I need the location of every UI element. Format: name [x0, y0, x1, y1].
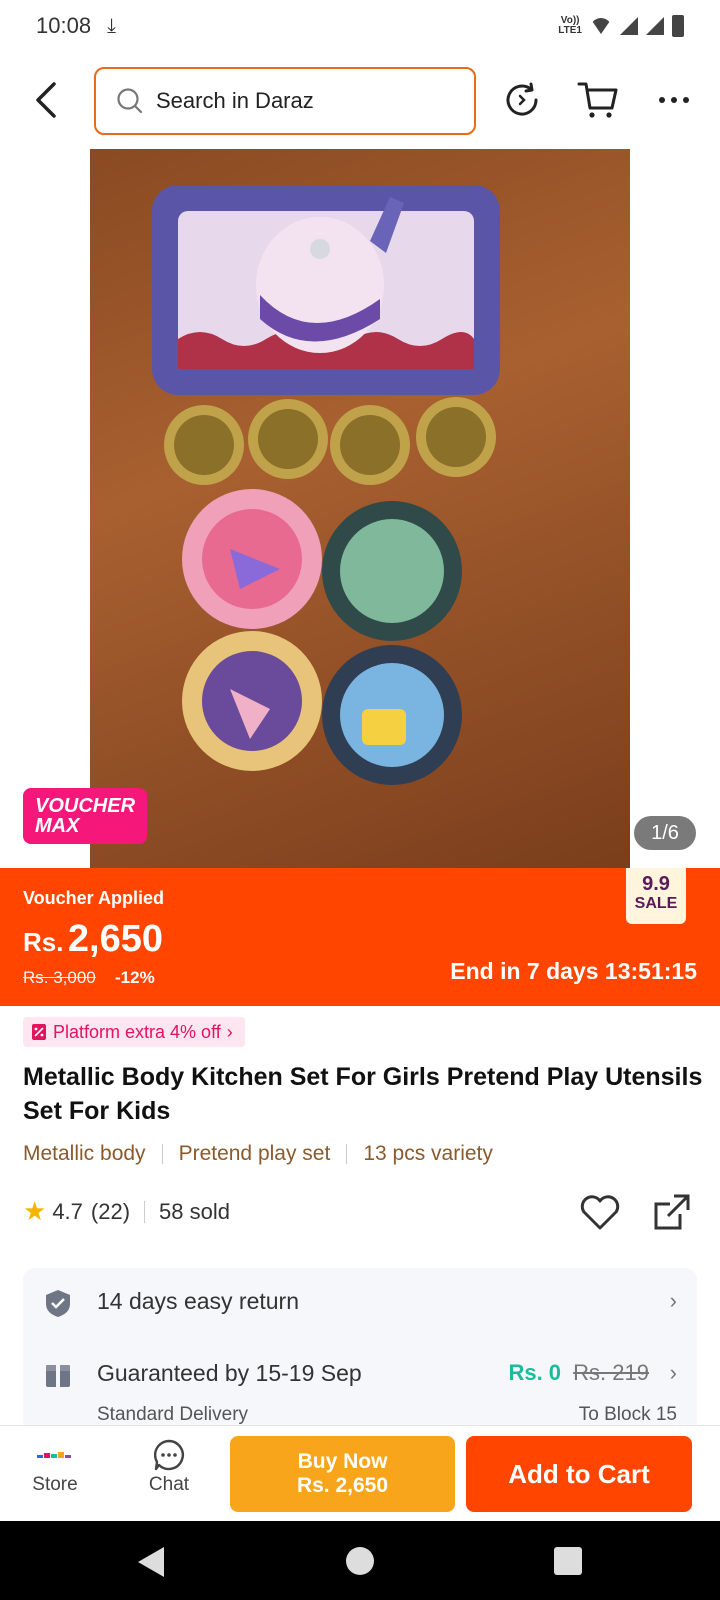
- add-to-cart-button[interactable]: Add to Cart: [466, 1436, 692, 1512]
- search-placeholder: Search in Daraz: [156, 88, 314, 113]
- download-icon: ⤓: [107, 14, 116, 37]
- voucher-max-badge: VOUCHER MAX: [23, 788, 147, 844]
- return-policy-row[interactable]: 14 days easy return ›: [23, 1268, 697, 1338]
- heart-icon[interactable]: [578, 1190, 622, 1234]
- status-icons: Vo)) LTE1: [558, 15, 684, 37]
- discount-percent: -12%: [115, 968, 155, 987]
- chevron-right-icon: ›: [669, 1288, 677, 1313]
- shipping-fee: Rs. 0 Rs. 219: [508, 1360, 649, 1386]
- store-label: Store: [32, 1474, 78, 1495]
- rating-value: 4.7: [52, 1198, 83, 1224]
- search-icon: [117, 88, 143, 114]
- shield-check-icon: [46, 1290, 70, 1317]
- original-price: Rs. 3,000: [23, 968, 96, 987]
- status-bar: 10:08 ⤓ Vo)) LTE1: [0, 0, 720, 52]
- image-pager: 1/6: [634, 816, 696, 850]
- bottom-action-bar: Store Chat Buy Now Rs. 2,650 Add to Cart: [0, 1425, 720, 1521]
- current-price: Rs. 2,650: [23, 918, 163, 961]
- delivery-row[interactable]: Guaranteed by 15-19 Sep Rs. 0 Rs. 219 › …: [23, 1338, 697, 1438]
- product-title: Metallic Body Kitchen Set For Girls Pret…: [23, 1063, 703, 1125]
- star-icon: ★: [23, 1196, 47, 1226]
- system-back-icon[interactable]: [138, 1547, 164, 1577]
- service-info-card: 14 days easy return › Guaranteed by 15-1…: [23, 1268, 697, 1438]
- signal-icon: [620, 17, 638, 35]
- sale-badge: 9.9 SALE: [626, 868, 686, 924]
- shipping-price: Rs. 0: [508, 1360, 562, 1385]
- rating-divider: [144, 1200, 146, 1223]
- search-input[interactable]: Search in Daraz: [94, 67, 476, 135]
- share-icon[interactable]: [650, 1190, 694, 1234]
- product-tags: Metallic body Pretend play set 13 pcs va…: [23, 1142, 493, 1166]
- sale-countdown: End in 7 days 13:51:15: [450, 958, 697, 984]
- tag-item: 13 pcs variety: [363, 1142, 493, 1165]
- more-icon[interactable]: [652, 78, 696, 122]
- chevron-right-icon: ›: [669, 1360, 677, 1385]
- voucher-applied-label: Voucher Applied: [23, 888, 165, 908]
- store-button[interactable]: Store: [10, 1436, 100, 1496]
- platform-offer-chip[interactable]: Platform extra 4% off ›: [23, 1017, 245, 1047]
- buy-now-price: Rs. 2,650: [296, 1474, 389, 1497]
- chevron-right-icon: ›: [226, 1021, 233, 1042]
- price-amount: 2,650: [67, 918, 164, 960]
- buy-now-button[interactable]: Buy Now Rs. 2,650: [230, 1436, 455, 1512]
- delivery-text: Guaranteed by 15-19 Sep: [97, 1360, 362, 1386]
- back-arrow-icon[interactable]: [30, 80, 66, 120]
- header: Search in Daraz: [0, 62, 720, 138]
- sale-badge-top: 9.9: [642, 873, 670, 895]
- voucher-badge-line1: VOUCHER: [35, 795, 136, 817]
- system-recents-icon[interactable]: [554, 1547, 582, 1575]
- tag-item: Pretend play set: [178, 1142, 331, 1165]
- rating-row[interactable]: ★ 4.7 (22) 58 sold: [23, 1196, 230, 1227]
- cart-icon[interactable]: [576, 78, 620, 122]
- tag-item: Metallic body: [23, 1142, 146, 1165]
- product-photo: [152, 185, 500, 785]
- system-nav-bar: [0, 1521, 720, 1600]
- delivery-destination: To Block 15: [578, 1404, 677, 1425]
- sale-badge-bottom: SALE: [634, 895, 678, 912]
- tag-divider: [346, 1144, 348, 1164]
- store-logo-icon: [10, 1436, 100, 1474]
- product-image[interactable]: [90, 149, 630, 869]
- chat-button[interactable]: Chat: [124, 1436, 214, 1496]
- chat-label: Chat: [148, 1474, 190, 1495]
- price-currency: Rs.: [23, 927, 64, 957]
- sold-count: 58 sold: [159, 1198, 230, 1224]
- price-banner: Voucher Applied Rs. 2,650 Rs. 3,000 -12%…: [0, 868, 720, 1006]
- voucher-icon: [32, 1024, 46, 1040]
- voucher-badge-line2: MAX: [35, 815, 80, 837]
- battery-icon: [672, 15, 684, 37]
- shipping-original-price: Rs. 219: [573, 1360, 649, 1385]
- package-icon: [46, 1365, 70, 1387]
- buy-now-label: Buy Now: [297, 1450, 388, 1473]
- signal-icon-2: [646, 17, 664, 35]
- wifi-icon: [590, 18, 612, 34]
- chat-icon: [124, 1436, 214, 1474]
- return-policy-text: 14 days easy return: [97, 1288, 300, 1314]
- refresh-icon[interactable]: [500, 78, 544, 122]
- platform-offer-text: Platform extra 4% off: [53, 1021, 221, 1042]
- tag-divider: [161, 1144, 163, 1164]
- lte-icon: Vo)) LTE1: [558, 15, 582, 36]
- delivery-type: Standard Delivery: [97, 1404, 249, 1425]
- system-home-icon[interactable]: [346, 1547, 374, 1575]
- review-count: (22): [90, 1198, 131, 1224]
- status-time: 10:08: [36, 13, 92, 38]
